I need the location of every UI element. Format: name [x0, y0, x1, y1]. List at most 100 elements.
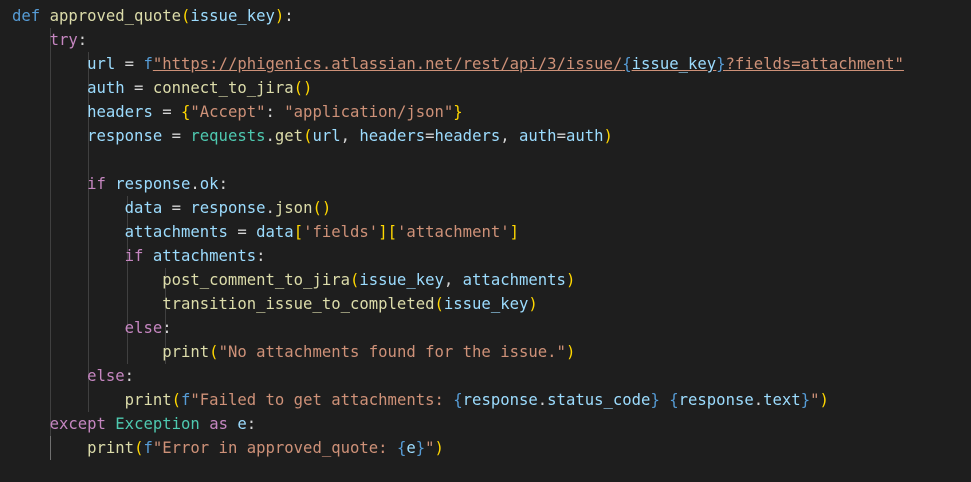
- code-token: [: [293, 223, 304, 241]
- code-token: text: [763, 391, 801, 409]
- code-token: .: [265, 199, 275, 217]
- code-line[interactable]: else:: [12, 364, 134, 388]
- code-token: {: [669, 391, 679, 409]
- code-token: :: [162, 319, 172, 337]
- code-token: ,: [443, 271, 463, 289]
- code-token: =: [162, 127, 191, 145]
- code-token: ): [603, 127, 613, 145]
- code-token: response: [462, 391, 538, 409]
- code-token: (: [171, 391, 182, 409]
- code-token: issue_key: [631, 55, 717, 73]
- code-line[interactable]: post_comment_to_jira(issue_key, attachme…: [12, 268, 575, 292]
- code-token: "Error in approved_quote:: [152, 439, 397, 457]
- code-token: }: [716, 55, 726, 73]
- code-token: ?fields=attachment": [725, 55, 904, 73]
- code-token: if: [124, 247, 144, 265]
- code-token: :: [77, 31, 88, 49]
- code-token: response: [190, 199, 266, 217]
- code-line[interactable]: attachments = data['fields']['attachment…: [12, 220, 519, 244]
- code-line[interactable]: print(f"Error in approved_quote: {e}"): [12, 436, 444, 460]
- code-token: e: [406, 439, 416, 457]
- code-token: ]: [378, 223, 388, 241]
- code-token: (: [209, 343, 219, 361]
- code-token: issue_key: [359, 271, 444, 289]
- code-token: status_code: [547, 391, 651, 409]
- code-token: (: [434, 295, 444, 313]
- code-token: (: [349, 271, 360, 289]
- code-token: issue_key: [443, 295, 529, 313]
- code-token: headers: [434, 127, 501, 145]
- code-token: {: [453, 391, 463, 409]
- code-token: e: [237, 415, 247, 433]
- code-token: post_comment_to_jira: [162, 271, 350, 289]
- code-token: =: [124, 79, 153, 97]
- code-line[interactable]: print("No attachments found for the issu…: [12, 340, 575, 364]
- code-token: .: [537, 391, 548, 409]
- code-token: :: [256, 247, 266, 265]
- code-line[interactable]: auth = connect_to_jira(): [12, 76, 312, 100]
- code-editor[interactable]: def approved_quote(issue_key): try: url …: [0, 0, 971, 482]
- code-token: (: [181, 7, 191, 25]
- code-token: if: [87, 175, 106, 193]
- code-line[interactable]: except Exception as e:: [12, 412, 257, 436]
- code-token: "https://phigenics.atlassian.net/rest/ap…: [152, 55, 623, 73]
- code-token: {: [181, 103, 191, 121]
- code-line[interactable]: if response.ok:: [12, 172, 228, 196]
- code-token: :: [246, 415, 257, 433]
- code-line[interactable]: data = response.json(): [12, 196, 332, 220]
- code-token: }: [650, 391, 660, 409]
- code-token: :: [265, 103, 285, 121]
- code-token: json: [274, 199, 313, 217]
- code-token: [: [387, 223, 397, 241]
- code-token: ": [425, 439, 435, 457]
- code-token: else: [87, 367, 125, 385]
- code-token: get: [274, 127, 304, 145]
- code-token: response: [87, 127, 163, 145]
- code-token: data: [256, 223, 294, 241]
- code-line[interactable]: url = f"https://phigenics.atlassian.net/…: [12, 52, 904, 76]
- code-token: :: [124, 367, 135, 385]
- code-token: "Failed to get attachments:: [190, 391, 454, 409]
- code-token: response: [678, 391, 754, 409]
- code-line[interactable]: def approved_quote(issue_key):: [12, 4, 294, 28]
- code-token: auth: [87, 79, 125, 97]
- code-token: ,: [500, 127, 520, 145]
- code-token: Exception: [115, 415, 200, 433]
- code-line[interactable]: response = requests.get(url, headers=hea…: [12, 124, 613, 148]
- code-token: ): [565, 343, 576, 361]
- code-line[interactable]: if attachments:: [12, 244, 266, 268]
- code-token: connect_to_jira: [152, 79, 294, 97]
- code-token: as: [209, 415, 228, 433]
- code-token: .: [190, 175, 200, 193]
- code-token: "Accept": [190, 103, 266, 121]
- code-line[interactable]: headers = {"Accept": "application/json"}: [12, 100, 463, 124]
- code-token: attachments: [462, 271, 566, 289]
- code-token: print: [162, 343, 210, 361]
- code-token: "No attachments found for the issue.": [218, 343, 566, 361]
- code-line[interactable]: transition_issue_to_completed(issue_key): [12, 292, 538, 316]
- code-token: f: [143, 439, 153, 457]
- code-token: f: [181, 391, 191, 409]
- code-line[interactable]: try:: [12, 28, 88, 52]
- code-token: response: [115, 175, 191, 193]
- code-token: ): [565, 271, 576, 289]
- code-token: =: [115, 55, 144, 73]
- code-token: headers: [359, 127, 426, 145]
- code-token: f: [143, 55, 153, 73]
- code-line[interactable]: else:: [12, 316, 172, 340]
- code-token: ): [819, 391, 829, 409]
- code-line[interactable]: print(f"Failed to get attachments: {resp…: [12, 388, 829, 412]
- code-token: except: [49, 415, 106, 433]
- code-token: attachments: [152, 247, 257, 265]
- code-token: else: [124, 319, 163, 337]
